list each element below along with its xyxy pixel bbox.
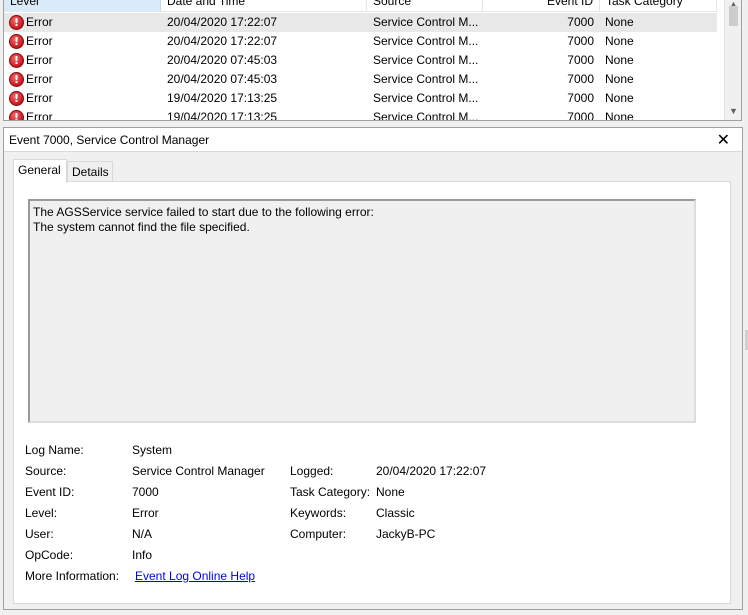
message-line: The AGSService service failed to start d… <box>33 205 374 219</box>
event-log-online-help-link[interactable]: Event Log Online Help <box>135 568 255 585</box>
value-computer: JackyB-PC <box>376 527 436 541</box>
table-row[interactable]: ! Error 20/04/2020 07:45:03 Service Cont… <box>4 51 717 70</box>
cell-level: Error <box>26 91 53 105</box>
column-header-date-time[interactable]: Date and Time <box>161 0 367 12</box>
cell-event-id: 7000 <box>567 53 594 67</box>
column-header-level[interactable]: Level <box>4 0 161 12</box>
table-row[interactable]: ! Error 19/04/2020 17:13:25 Service Cont… <box>4 89 717 108</box>
table-row[interactable]: ! Error 20/04/2020 17:22:07 Service Cont… <box>4 32 717 51</box>
tab-details[interactable]: Details <box>67 161 113 182</box>
value-event-id: 7000 <box>132 485 159 499</box>
column-header-task-category[interactable]: Task Category <box>600 0 717 12</box>
cell-task-category: None <box>605 110 634 121</box>
cell-task-category: None <box>605 91 634 105</box>
cell-source: Service Control M... <box>373 34 479 48</box>
cell-level: Error <box>26 53 53 67</box>
scrollbar-thumb[interactable] <box>729 6 738 26</box>
cell-event-id: 7000 <box>567 15 594 29</box>
cell-datetime: 20/04/2020 17:22:07 <box>167 34 278 48</box>
tab-general[interactable]: General <box>13 159 67 183</box>
label-level: Level: <box>25 506 58 520</box>
cell-event-id: 7000 <box>567 72 594 86</box>
cell-datetime: 20/04/2020 17:22:07 <box>167 15 278 29</box>
error-icon: ! <box>9 15 24 30</box>
cell-datetime: 19/04/2020 17:13:25 <box>167 91 278 105</box>
scroll-down-icon[interactable]: ▼ <box>725 103 741 120</box>
event-message-box[interactable]: The AGSService service failed to start d… <box>28 199 696 423</box>
close-icon[interactable]: ✕ <box>717 130 730 150</box>
cell-task-category: None <box>605 53 634 67</box>
cell-level: Error <box>26 34 53 48</box>
label-computer: Computer: <box>290 527 347 541</box>
cell-source: Service Control M... <box>373 91 479 105</box>
cell-task-category: None <box>605 72 634 86</box>
label-opcode: OpCode: <box>25 548 74 562</box>
label-keywords: Keywords: <box>290 506 347 520</box>
value-source: Service Control Manager <box>132 464 265 478</box>
cell-task-category: None <box>605 15 634 29</box>
cell-datetime: 19/04/2020 17:13:25 <box>167 110 278 121</box>
value-task-category: None <box>376 485 405 499</box>
cell-task-category: None <box>605 34 634 48</box>
value-user: N/A <box>132 527 153 541</box>
event-list-header: Level Date and Time Source Event ID Task… <box>4 0 717 12</box>
error-icon: ! <box>9 91 24 106</box>
column-header-event-id[interactable]: Event ID <box>483 0 600 12</box>
cell-level: Error <box>26 72 53 86</box>
detail-title: Event 7000, Service Control Manager <box>9 133 210 147</box>
detail-title-bar: Event 7000, Service Control Manager ✕ <box>4 128 742 152</box>
label-more-information: More Information: <box>25 569 120 583</box>
label-source: Source: <box>25 464 67 478</box>
label-task-category: Task Category: <box>290 485 371 499</box>
general-tab-panel: The AGSService service failed to start d… <box>13 181 731 604</box>
error-icon: ! <box>9 72 24 87</box>
value-log-name: System <box>132 443 173 457</box>
cell-datetime: 20/04/2020 07:45:03 <box>167 53 278 67</box>
event-list-scrollbar[interactable]: ▲ ▼ <box>724 0 741 120</box>
cell-level: Error <box>26 15 53 29</box>
error-icon: ! <box>9 110 24 120</box>
cell-datetime: 20/04/2020 07:45:03 <box>167 72 278 86</box>
label-log-name: Log Name: <box>25 443 84 457</box>
cell-level: Error <box>26 110 53 121</box>
cell-source: Service Control M... <box>373 110 479 121</box>
table-row[interactable]: ! Error 20/04/2020 07:45:03 Service Cont… <box>4 70 717 89</box>
cell-event-id: 7000 <box>567 91 594 105</box>
error-icon: ! <box>9 34 24 49</box>
label-event-id: Event ID: <box>25 485 75 499</box>
table-row[interactable]: ! Error 19/04/2020 17:13:25 Service Cont… <box>4 108 717 121</box>
column-header-source[interactable]: Source <box>367 0 483 12</box>
cell-event-id: 7000 <box>567 34 594 48</box>
label-user: User: <box>25 527 54 541</box>
cell-source: Service Control M... <box>373 53 479 67</box>
value-opcode: Info <box>132 548 153 562</box>
event-list[interactable]: Level Date and Time Source Event ID Task… <box>3 0 742 121</box>
label-logged: Logged: <box>290 464 334 478</box>
event-detail-pane: Event 7000, Service Control Manager ✕ Ge… <box>3 127 743 610</box>
value-keywords: Classic <box>376 506 415 520</box>
error-icon: ! <box>9 53 24 68</box>
cell-source: Service Control M... <box>373 72 479 86</box>
event-rows: ! Error 20/04/2020 17:22:07 Service Cont… <box>4 13 717 121</box>
value-level: Error <box>132 506 159 520</box>
value-logged: 20/04/2020 17:22:07 <box>376 464 487 478</box>
table-row[interactable]: ! Error 20/04/2020 17:22:07 Service Cont… <box>4 13 717 32</box>
cell-source: Service Control M... <box>373 15 479 29</box>
cell-event-id: 7000 <box>567 110 594 121</box>
message-line: The system cannot find the file specifie… <box>33 220 250 234</box>
